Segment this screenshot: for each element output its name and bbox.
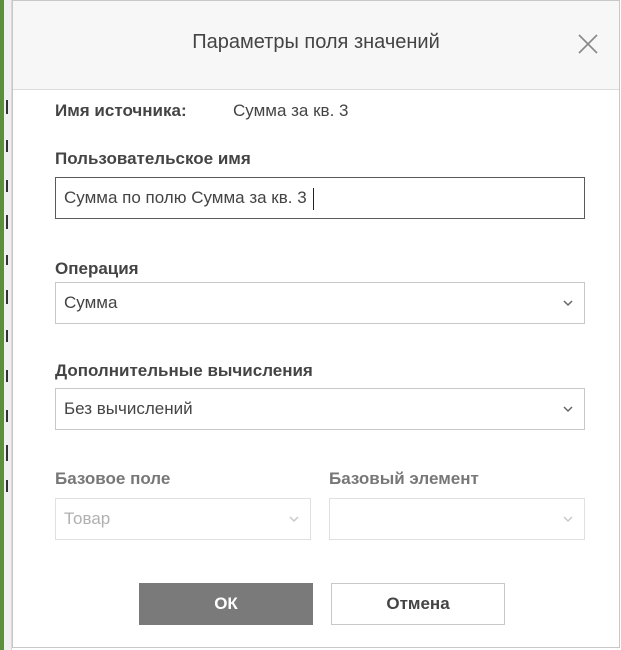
base-field-label: Базовое поле [55, 469, 171, 488]
close-icon[interactable] [575, 31, 601, 57]
text-caret [312, 187, 314, 210]
extra-calc-select[interactable]: Без вычислений [55, 388, 585, 430]
base-field-select[interactable]: Товар [55, 498, 311, 540]
extra-calc-label: Дополнительные вычисления [55, 361, 313, 380]
spreadsheet-accent-strip [0, 0, 4, 650]
cell-mark [6, 370, 8, 382]
chevron-down-icon [563, 516, 573, 523]
chevron-down-icon [289, 516, 299, 523]
cancel-button[interactable]: Отмена [331, 583, 505, 625]
cell-mark [6, 140, 8, 152]
base-item-select[interactable] [329, 498, 585, 540]
cell-mark [6, 180, 8, 192]
value-field-settings-dialog: Параметры поля значений Имя источника: С… [12, 0, 620, 648]
cell-mark [6, 255, 8, 265]
chevron-down-icon [563, 300, 573, 307]
operation-label: Операция [55, 259, 139, 278]
source-name-value: Сумма за кв. 3 [233, 101, 349, 120]
cell-mark [6, 100, 8, 114]
cell-mark [6, 290, 8, 304]
custom-name-label: Пользовательское имя [55, 149, 251, 168]
base-field-selected-value: Товар [64, 509, 111, 528]
operation-select[interactable]: Сумма [55, 282, 585, 324]
dialog-title: Параметры поля значений [192, 31, 440, 53]
base-item-label: Базовый элемент [329, 469, 479, 488]
source-name-label: Имя источника: [55, 101, 187, 120]
ok-button[interactable]: ОК [139, 583, 313, 625]
cell-mark [6, 215, 8, 229]
chevron-down-icon [563, 406, 573, 413]
custom-name-value: Сумма по полю Сумма за кв. 3 [64, 188, 307, 207]
cell-mark [6, 480, 8, 492]
extra-calc-selected-value: Без вычислений [64, 399, 193, 418]
cell-mark [6, 445, 8, 461]
custom-name-input[interactable]: Сумма по полю Сумма за кв. 3 [55, 177, 585, 219]
cell-mark [6, 330, 8, 342]
operation-selected-value: Сумма [64, 293, 118, 312]
cell-mark [6, 410, 8, 422]
dialog-titlebar: Параметры поля значений [13, 1, 619, 90]
spreadsheet-edge [0, 0, 12, 650]
